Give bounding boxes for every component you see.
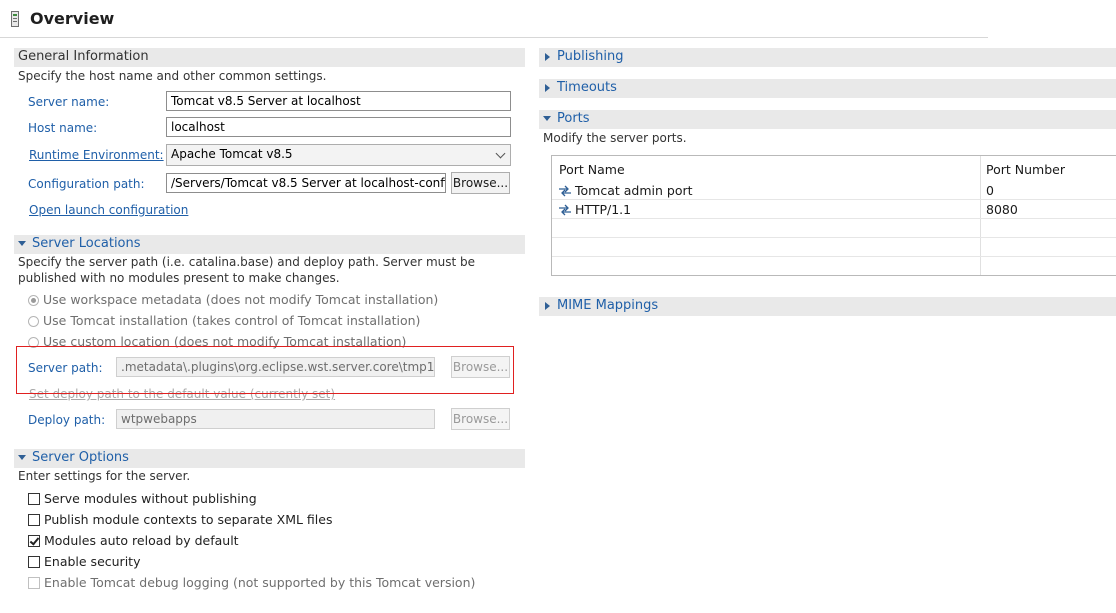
publishing-title: Publishing <box>557 49 624 64</box>
general-info-header: General Information <box>14 48 525 67</box>
collapse-arrow-icon <box>543 116 551 121</box>
checkbox-indicator <box>28 535 40 547</box>
server-locations-header[interactable]: Server Locations <box>14 235 525 254</box>
radio-label: Use workspace metadata (does not modify … <box>43 292 439 307</box>
radio-label: Use Tomcat installation (takes control o… <box>43 313 421 328</box>
checkbox-label: Serve modules without publishing <box>44 491 257 506</box>
radio-indicator <box>28 316 39 327</box>
checkbox-publish-contexts[interactable]: Publish module contexts to separate XML … <box>28 512 332 527</box>
checkbox-serve-modules[interactable]: Serve modules without publishing <box>28 491 257 506</box>
editor-header: Overview <box>0 0 1116 38</box>
host-name-label: Host name: <box>28 121 98 135</box>
port-name-cell: Tomcat admin port <box>558 183 693 198</box>
host-name-field[interactable]: localhost <box>166 117 511 137</box>
server-name-field[interactable]: Tomcat v8.5 Server at localhost <box>166 91 511 111</box>
ports-description: Modify the server ports. <box>543 131 687 145</box>
port-icon <box>559 185 571 197</box>
port-number-cell[interactable]: 8080 <box>986 202 1018 217</box>
timeouts-title: Timeouts <box>557 80 617 95</box>
deploy-path-label: Deploy path: <box>28 413 106 427</box>
table-header-row: Port Name Port Number <box>552 160 1116 179</box>
configuration-browse-button[interactable]: Browse... <box>451 172 510 194</box>
radio-tomcat-installation[interactable]: Use Tomcat installation (takes control o… <box>28 313 420 328</box>
configuration-path-label: Configuration path: <box>28 177 145 191</box>
page-title: Overview <box>30 9 115 28</box>
checkbox-label: Enable security <box>44 554 141 569</box>
runtime-environment-select[interactable]: Apache Tomcat v8.5 <box>166 144 511 166</box>
server-icon <box>11 11 19 27</box>
server-locations-description: Specify the server path (i.e. catalina.b… <box>18 255 476 285</box>
general-info-description: Specify the host name and other common s… <box>18 69 327 83</box>
deploy-path-field[interactable]: wtpwebapps <box>116 409 435 429</box>
ports-title: Ports <box>557 111 590 126</box>
expand-arrow-icon <box>545 302 550 310</box>
radio-workspace-metadata[interactable]: Use workspace metadata (does not modify … <box>28 292 438 307</box>
mime-mappings-title: MIME Mappings <box>557 298 659 313</box>
port-icon <box>559 204 571 216</box>
open-launch-configuration-link[interactable]: Open launch configuration <box>29 203 188 217</box>
checkbox-enable-security[interactable]: Enable security <box>28 554 140 569</box>
server-options-header[interactable]: Server Options <box>14 449 525 468</box>
ports-table: Port Name Port Number Tomcat admin port … <box>551 155 1116 276</box>
chevron-down-icon <box>495 148 506 159</box>
server-locations-title: Server Locations <box>32 236 141 251</box>
collapse-arrow-icon <box>18 241 26 246</box>
checkbox-indicator <box>28 514 40 526</box>
table-row[interactable]: HTTP/1.1 8080 <box>552 200 1116 219</box>
checkbox-label: Enable Tomcat debug logging (not support… <box>44 575 476 590</box>
server-options-title: Server Options <box>32 450 129 465</box>
port-number-cell[interactable]: 0 <box>986 183 994 198</box>
collapse-arrow-icon <box>18 455 26 460</box>
server-name-label: Server name: <box>28 95 110 109</box>
checkbox-indicator <box>28 577 40 589</box>
checkbox-label: Publish module contexts to separate XML … <box>44 512 333 527</box>
port-name: Tomcat admin port <box>575 183 693 198</box>
deploy-path-browse-button[interactable]: Browse... <box>451 408 510 430</box>
publishing-header[interactable]: Publishing <box>539 48 1116 67</box>
checkbox-label: Modules auto reload by default <box>44 533 239 548</box>
radio-indicator <box>28 295 39 306</box>
timeouts-header[interactable]: Timeouts <box>539 79 1116 98</box>
highlight-box <box>16 346 514 394</box>
table-row-empty <box>552 219 1116 238</box>
expand-arrow-icon <box>545 53 550 61</box>
checkbox-debug-logging[interactable]: Enable Tomcat debug logging (not support… <box>28 575 475 590</box>
configuration-path-field[interactable]: /Servers/Tomcat v8.5 Server at localhost… <box>166 173 446 193</box>
ports-header[interactable]: Ports <box>539 110 1116 129</box>
port-name: HTTP/1.1 <box>575 202 632 217</box>
runtime-environment-value: Apache Tomcat v8.5 <box>171 147 293 161</box>
table-row[interactable]: Tomcat admin port 0 <box>552 181 1116 200</box>
general-info-title: General Information <box>18 49 149 64</box>
checkbox-auto-reload[interactable]: Modules auto reload by default <box>28 533 239 548</box>
checkbox-indicator <box>28 556 40 568</box>
table-row-empty <box>552 257 1116 276</box>
expand-arrow-icon <box>545 84 550 92</box>
checkbox-indicator <box>28 493 40 505</box>
column-header-port-name[interactable]: Port Name <box>559 162 625 177</box>
mime-mappings-header[interactable]: MIME Mappings <box>539 297 1116 316</box>
header-divider <box>0 37 988 38</box>
runtime-environment-link[interactable]: Runtime Environment: <box>29 148 164 162</box>
server-options-description: Enter settings for the server. <box>18 469 191 483</box>
table-row-empty <box>552 238 1116 257</box>
port-name-cell: HTTP/1.1 <box>558 202 631 217</box>
column-header-port-number[interactable]: Port Number <box>986 162 1065 177</box>
